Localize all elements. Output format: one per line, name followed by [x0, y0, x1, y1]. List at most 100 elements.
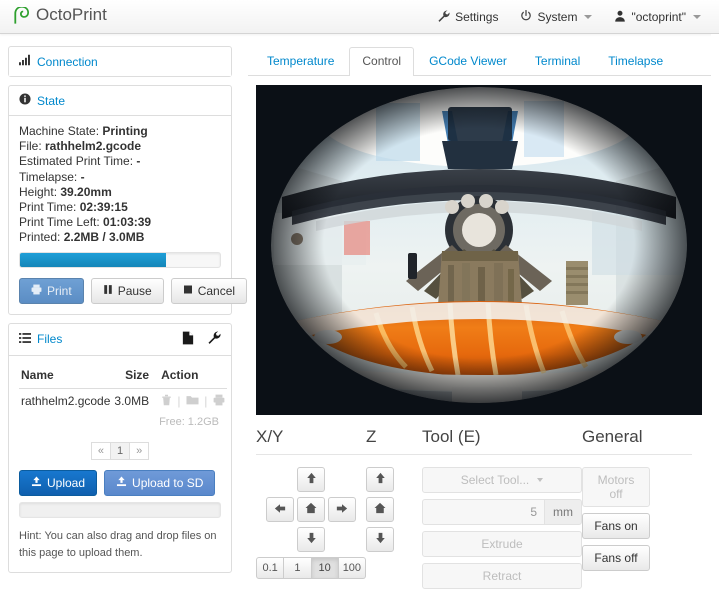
wrench-icon: [438, 10, 450, 25]
extrude-amount-input[interactable]: [422, 499, 544, 525]
file-icon[interactable]: [182, 331, 194, 348]
upload-icon: [31, 476, 42, 490]
file-size: 3.0MB: [112, 388, 151, 414]
print-icon: [31, 284, 42, 298]
nav-system-label: System: [537, 10, 577, 24]
state-line-timelapse: Timelapse: -: [19, 170, 221, 185]
z-row-down: [366, 527, 422, 552]
fans-off-button[interactable]: Fans off: [582, 545, 650, 571]
tab-gcode-viewer[interactable]: GCode Viewer: [416, 47, 520, 76]
state-label-file: File:: [19, 139, 42, 153]
wrench-icon[interactable]: [208, 331, 221, 347]
print-progress-fill: [20, 253, 166, 267]
action-separator: |: [177, 394, 180, 408]
state-label-estimated-print-time: Estimated Print Time:: [19, 154, 133, 168]
pagination-prev[interactable]: «: [91, 442, 111, 460]
state-label-timelapse: Timelapse:: [19, 170, 77, 184]
sidebar: Connection State Machine State: Printing…: [8, 46, 232, 581]
folder-icon[interactable]: [186, 394, 199, 409]
select-tool-dropdown[interactable]: Select Tool...: [422, 467, 582, 493]
jog-step-100[interactable]: 100: [339, 557, 366, 579]
nav-user[interactable]: "octoprint": [604, 4, 711, 31]
state-line-print-time: Print Time: 02:39:15: [19, 200, 221, 215]
print-button[interactable]: Print: [19, 278, 84, 304]
jog-heading-tool: Tool (E): [422, 427, 582, 455]
jog-x-right-button[interactable]: [328, 497, 356, 522]
files-panel: Files Name: [8, 323, 232, 573]
jog-xy-home-button[interactable]: [297, 497, 325, 522]
arrow-right-icon: [336, 503, 348, 517]
upload-to-sd-button[interactable]: Upload to SD: [104, 470, 215, 496]
retract-button-label: Retract: [483, 569, 522, 583]
jog-y-down-button[interactable]: [297, 527, 325, 552]
file-name[interactable]: rathhelm2.gcode: [19, 388, 112, 414]
state-line-estimated-print-time: Estimated Print Time: -: [19, 154, 221, 169]
motors-off-button[interactable]: Motors off: [582, 467, 650, 507]
nav-settings[interactable]: Settings: [428, 4, 508, 31]
jog-z-home-button[interactable]: [366, 497, 394, 522]
nav-system[interactable]: System: [510, 4, 602, 31]
files-panel-header[interactable]: Files: [9, 324, 231, 356]
jog-step-0-1[interactable]: 0.1: [256, 557, 284, 579]
files-col-name: Name: [19, 364, 112, 389]
tab-timelapse[interactable]: Timelapse: [595, 47, 676, 76]
pagination-page-1[interactable]: 1: [111, 442, 130, 460]
z-row-home: [366, 497, 422, 522]
pagination-next[interactable]: »: [130, 442, 149, 460]
state-line-print-time-left: Print Time Left: 01:03:39: [19, 215, 221, 230]
jog-step-1[interactable]: 1: [284, 557, 311, 579]
tab-bar: Temperature Control GCode Viewer Termina…: [248, 46, 711, 76]
upload-to-sd-button-label: Upload to SD: [132, 476, 203, 490]
z-row-up: [366, 467, 422, 492]
stop-icon: [183, 284, 193, 298]
pause-button-label: Pause: [118, 284, 152, 298]
files-panel-title[interactable]: Files: [37, 332, 62, 346]
state-value-machine-state: Printing: [102, 124, 147, 138]
extrude-amount-unit: mm: [544, 499, 582, 525]
jog-heading-z: Z: [366, 427, 422, 455]
connection-panel-header[interactable]: Connection: [9, 47, 231, 76]
jog-y-up-button[interactable]: [297, 467, 325, 492]
state-value-print-time: 02:39:15: [80, 200, 128, 214]
jog-step-10[interactable]: 10: [312, 557, 339, 579]
fans-on-button[interactable]: Fans on: [582, 513, 650, 539]
files-col-size: Size: [112, 364, 151, 389]
arrow-up-icon: [375, 472, 386, 487]
tab-control[interactable]: Control: [349, 47, 414, 76]
jog-x-left-button[interactable]: [266, 497, 294, 522]
extrude-amount-group: mm: [422, 499, 582, 525]
upload-buttons: Upload Upload to SD: [19, 470, 221, 496]
tab-temperature[interactable]: Temperature: [254, 47, 347, 76]
arrow-down-icon: [306, 532, 317, 547]
retract-button[interactable]: Retract: [422, 563, 582, 589]
state-panel-header[interactable]: State: [9, 86, 231, 116]
user-icon: [614, 10, 626, 25]
upload-icon: [116, 476, 127, 490]
connection-panel-title[interactable]: Connection: [37, 55, 98, 69]
state-value-timelapse: -: [81, 170, 85, 184]
select-tool-label: Select Tool...: [461, 473, 529, 487]
state-panel-title[interactable]: State: [37, 94, 65, 108]
print-icon[interactable]: [213, 394, 225, 409]
jog-column-xy: X/Y: [256, 427, 366, 595]
webcam-stream: [256, 85, 702, 415]
extrude-button[interactable]: Extrude: [422, 531, 582, 557]
files-panel-body: Name Size Action rathhelm2.gcode 3.0MB: [9, 356, 231, 572]
trash-icon[interactable]: [161, 394, 172, 409]
brand-logo-link[interactable]: OctoPrint: [14, 5, 107, 25]
jog-z-down-button[interactable]: [366, 527, 394, 552]
upload-button[interactable]: Upload: [19, 470, 97, 496]
table-row[interactable]: rathhelm2.gcode 3.0MB |: [19, 388, 227, 414]
state-value-estimated-print-time: -: [136, 154, 140, 168]
brand-label: OctoPrint: [36, 5, 107, 25]
xy-row-mid: [256, 497, 366, 522]
cancel-button[interactable]: Cancel: [171, 278, 247, 304]
state-label-print-time-left: Print Time Left:: [19, 215, 100, 229]
power-icon: [520, 10, 532, 25]
free-space-label: Free: 1.2GB: [19, 414, 221, 428]
tab-terminal[interactable]: Terminal: [522, 47, 593, 76]
jog-z-up-button[interactable]: [366, 467, 394, 492]
pause-button[interactable]: Pause: [91, 278, 164, 304]
arrow-up-icon: [306, 472, 317, 487]
home-icon: [305, 502, 317, 517]
